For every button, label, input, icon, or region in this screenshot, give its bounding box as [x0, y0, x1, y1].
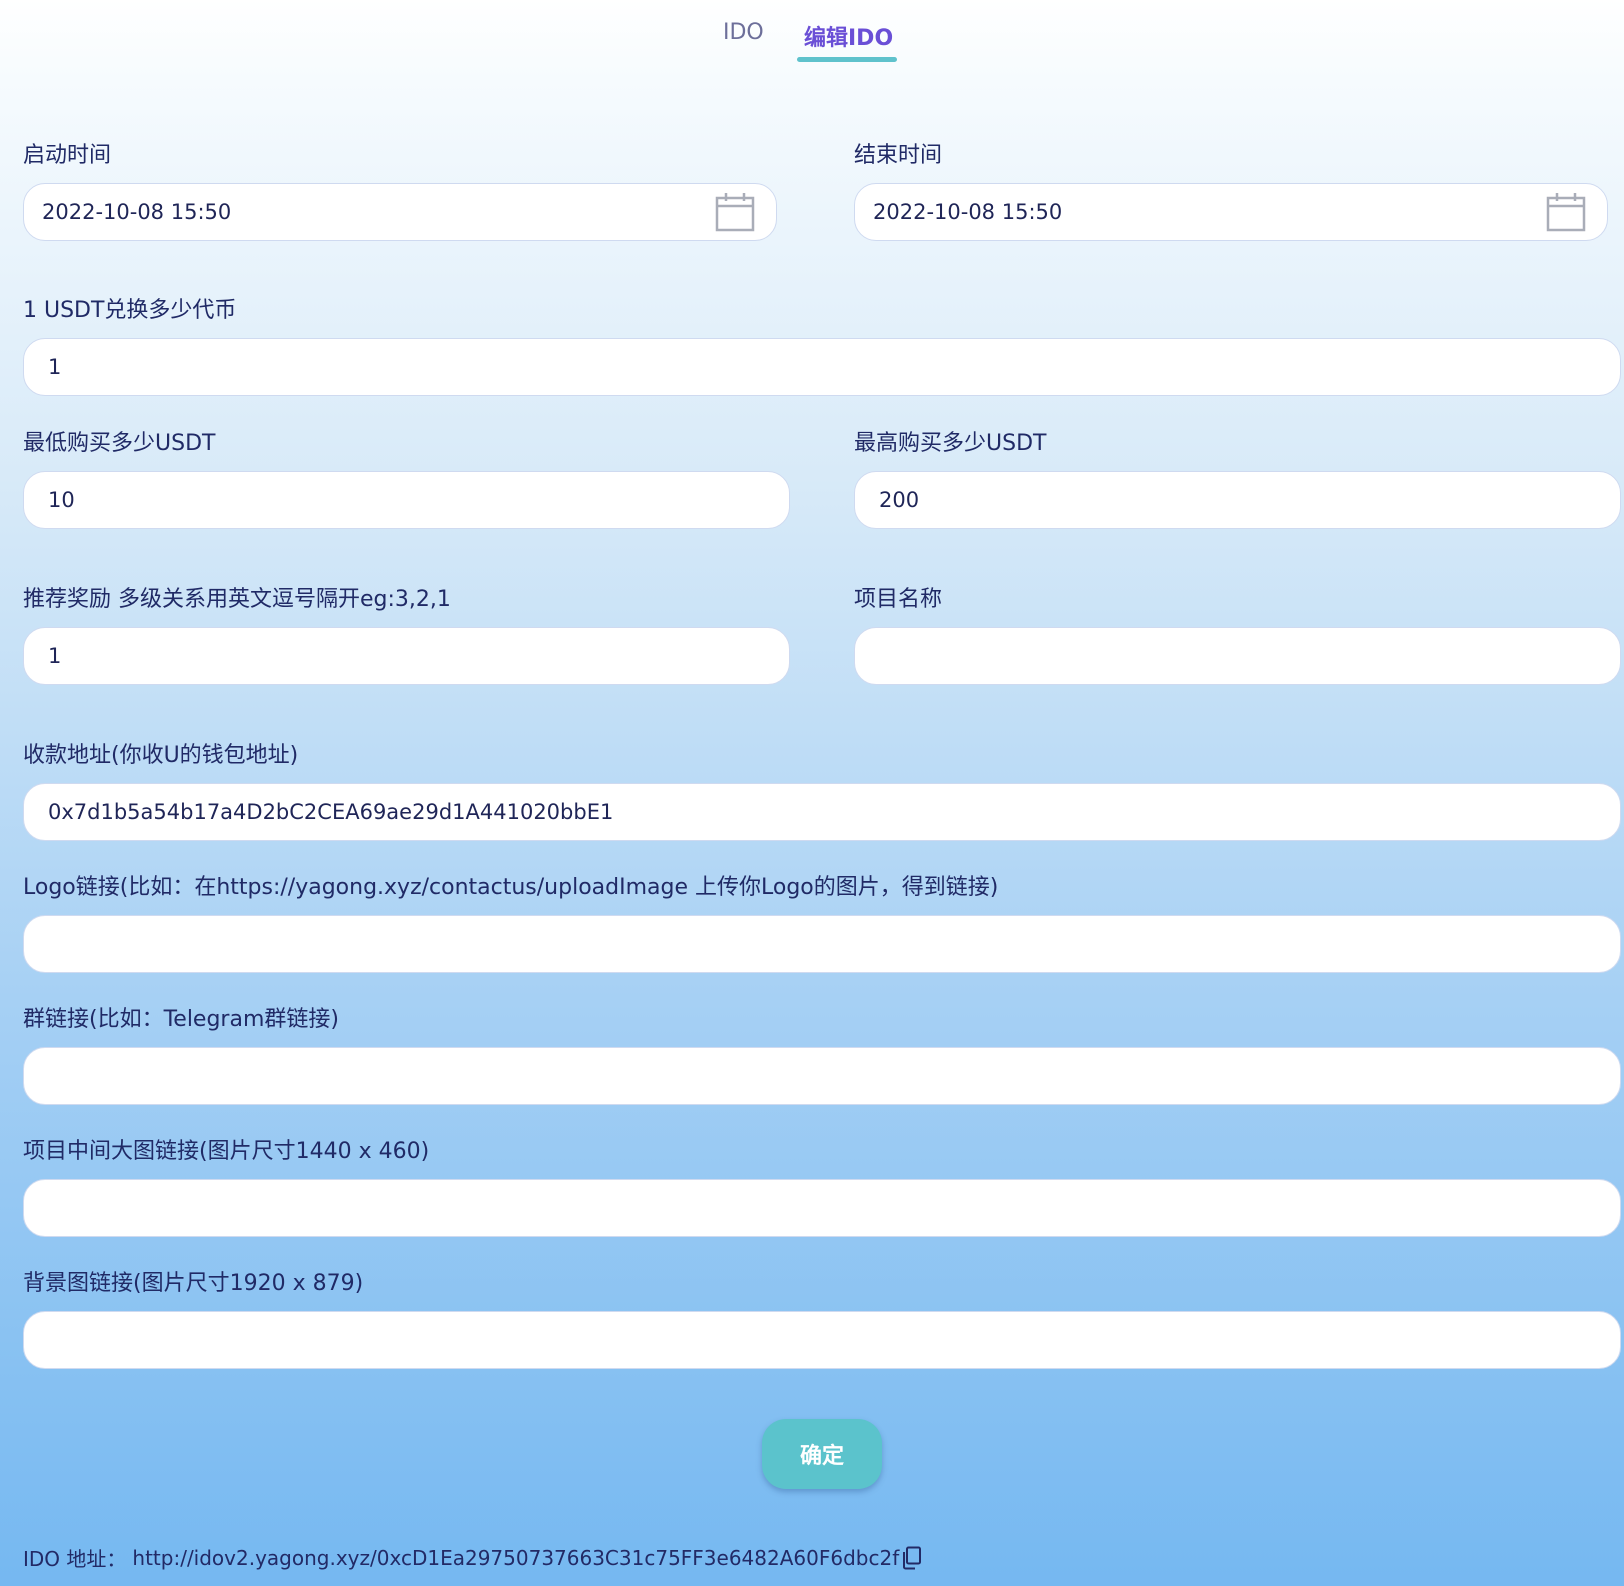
calendar-icon[interactable]	[714, 191, 756, 233]
project-name-label: 项目名称	[854, 587, 943, 612]
confirm-button[interactable]: 确定	[762, 1419, 882, 1489]
copy-icon[interactable]	[901, 1546, 923, 1570]
tab-edit-ido[interactable]: 编辑IDO	[804, 20, 893, 52]
max-buy-input[interactable]	[879, 488, 1600, 512]
receive-address-label: 收款地址(你收U的钱包地址)	[23, 743, 299, 768]
max-buy-label: 最高购买多少USDT	[854, 431, 1047, 456]
project-name-field[interactable]	[854, 627, 1621, 685]
background-link-field[interactable]	[23, 1311, 1621, 1369]
end-time-field[interactable]	[854, 183, 1608, 241]
calendar-icon[interactable]	[1545, 191, 1587, 233]
group-link-label: 群链接(比如：Telegram群链接)	[23, 1007, 339, 1032]
background-link-label: 背景图链接(图片尺寸1920 x 879)	[23, 1271, 364, 1296]
rate-label: 1 USDT兑换多少代币	[23, 298, 237, 323]
ido-address-link[interactable]: http://idov2.yagong.xyz/0xcD1Ea297507376…	[132, 1546, 899, 1570]
referral-input[interactable]	[48, 644, 769, 668]
group-link-input[interactable]	[48, 1064, 1600, 1088]
start-time-field[interactable]	[23, 183, 777, 241]
active-tab-indicator	[797, 57, 897, 62]
tab-ido[interactable]: IDO	[723, 20, 764, 45]
start-time-label: 启动时间	[23, 143, 112, 168]
logo-link-label: Logo链接(比如：在https://yagong.xyz/contactus/…	[23, 875, 999, 900]
project-name-input[interactable]	[879, 644, 1600, 668]
banner-link-field[interactable]	[23, 1179, 1621, 1237]
min-buy-label: 最低购买多少USDT	[23, 431, 216, 456]
receive-address-input[interactable]	[48, 800, 1600, 824]
end-time-input[interactable]	[873, 200, 1537, 224]
rate-input[interactable]	[48, 355, 1600, 379]
min-buy-input[interactable]	[48, 488, 769, 512]
banner-link-label: 项目中间大图链接(图片尺寸1440 x 460)	[23, 1139, 430, 1164]
referral-label: 推荐奖励 多级关系用英文逗号隔开eg:3,2,1	[23, 587, 451, 612]
banner-link-input[interactable]	[48, 1196, 1600, 1220]
tab-bar: IDO 编辑IDO	[0, 0, 1624, 62]
max-buy-field[interactable]	[854, 471, 1621, 529]
ido-address-row: IDO 地址： http://idov2.yagong.xyz/0xcD1Ea2…	[23, 1543, 923, 1572]
logo-link-input[interactable]	[48, 932, 1600, 956]
rate-field[interactable]	[23, 338, 1621, 396]
logo-link-field[interactable]	[23, 915, 1621, 973]
background-link-input[interactable]	[48, 1328, 1600, 1352]
end-time-label: 结束时间	[854, 143, 943, 168]
group-link-field[interactable]	[23, 1047, 1621, 1105]
ido-address-label: IDO 地址：	[23, 1547, 127, 1571]
min-buy-field[interactable]	[23, 471, 790, 529]
referral-field[interactable]	[23, 627, 790, 685]
start-time-input[interactable]	[42, 200, 706, 224]
receive-address-field[interactable]	[23, 783, 1621, 841]
